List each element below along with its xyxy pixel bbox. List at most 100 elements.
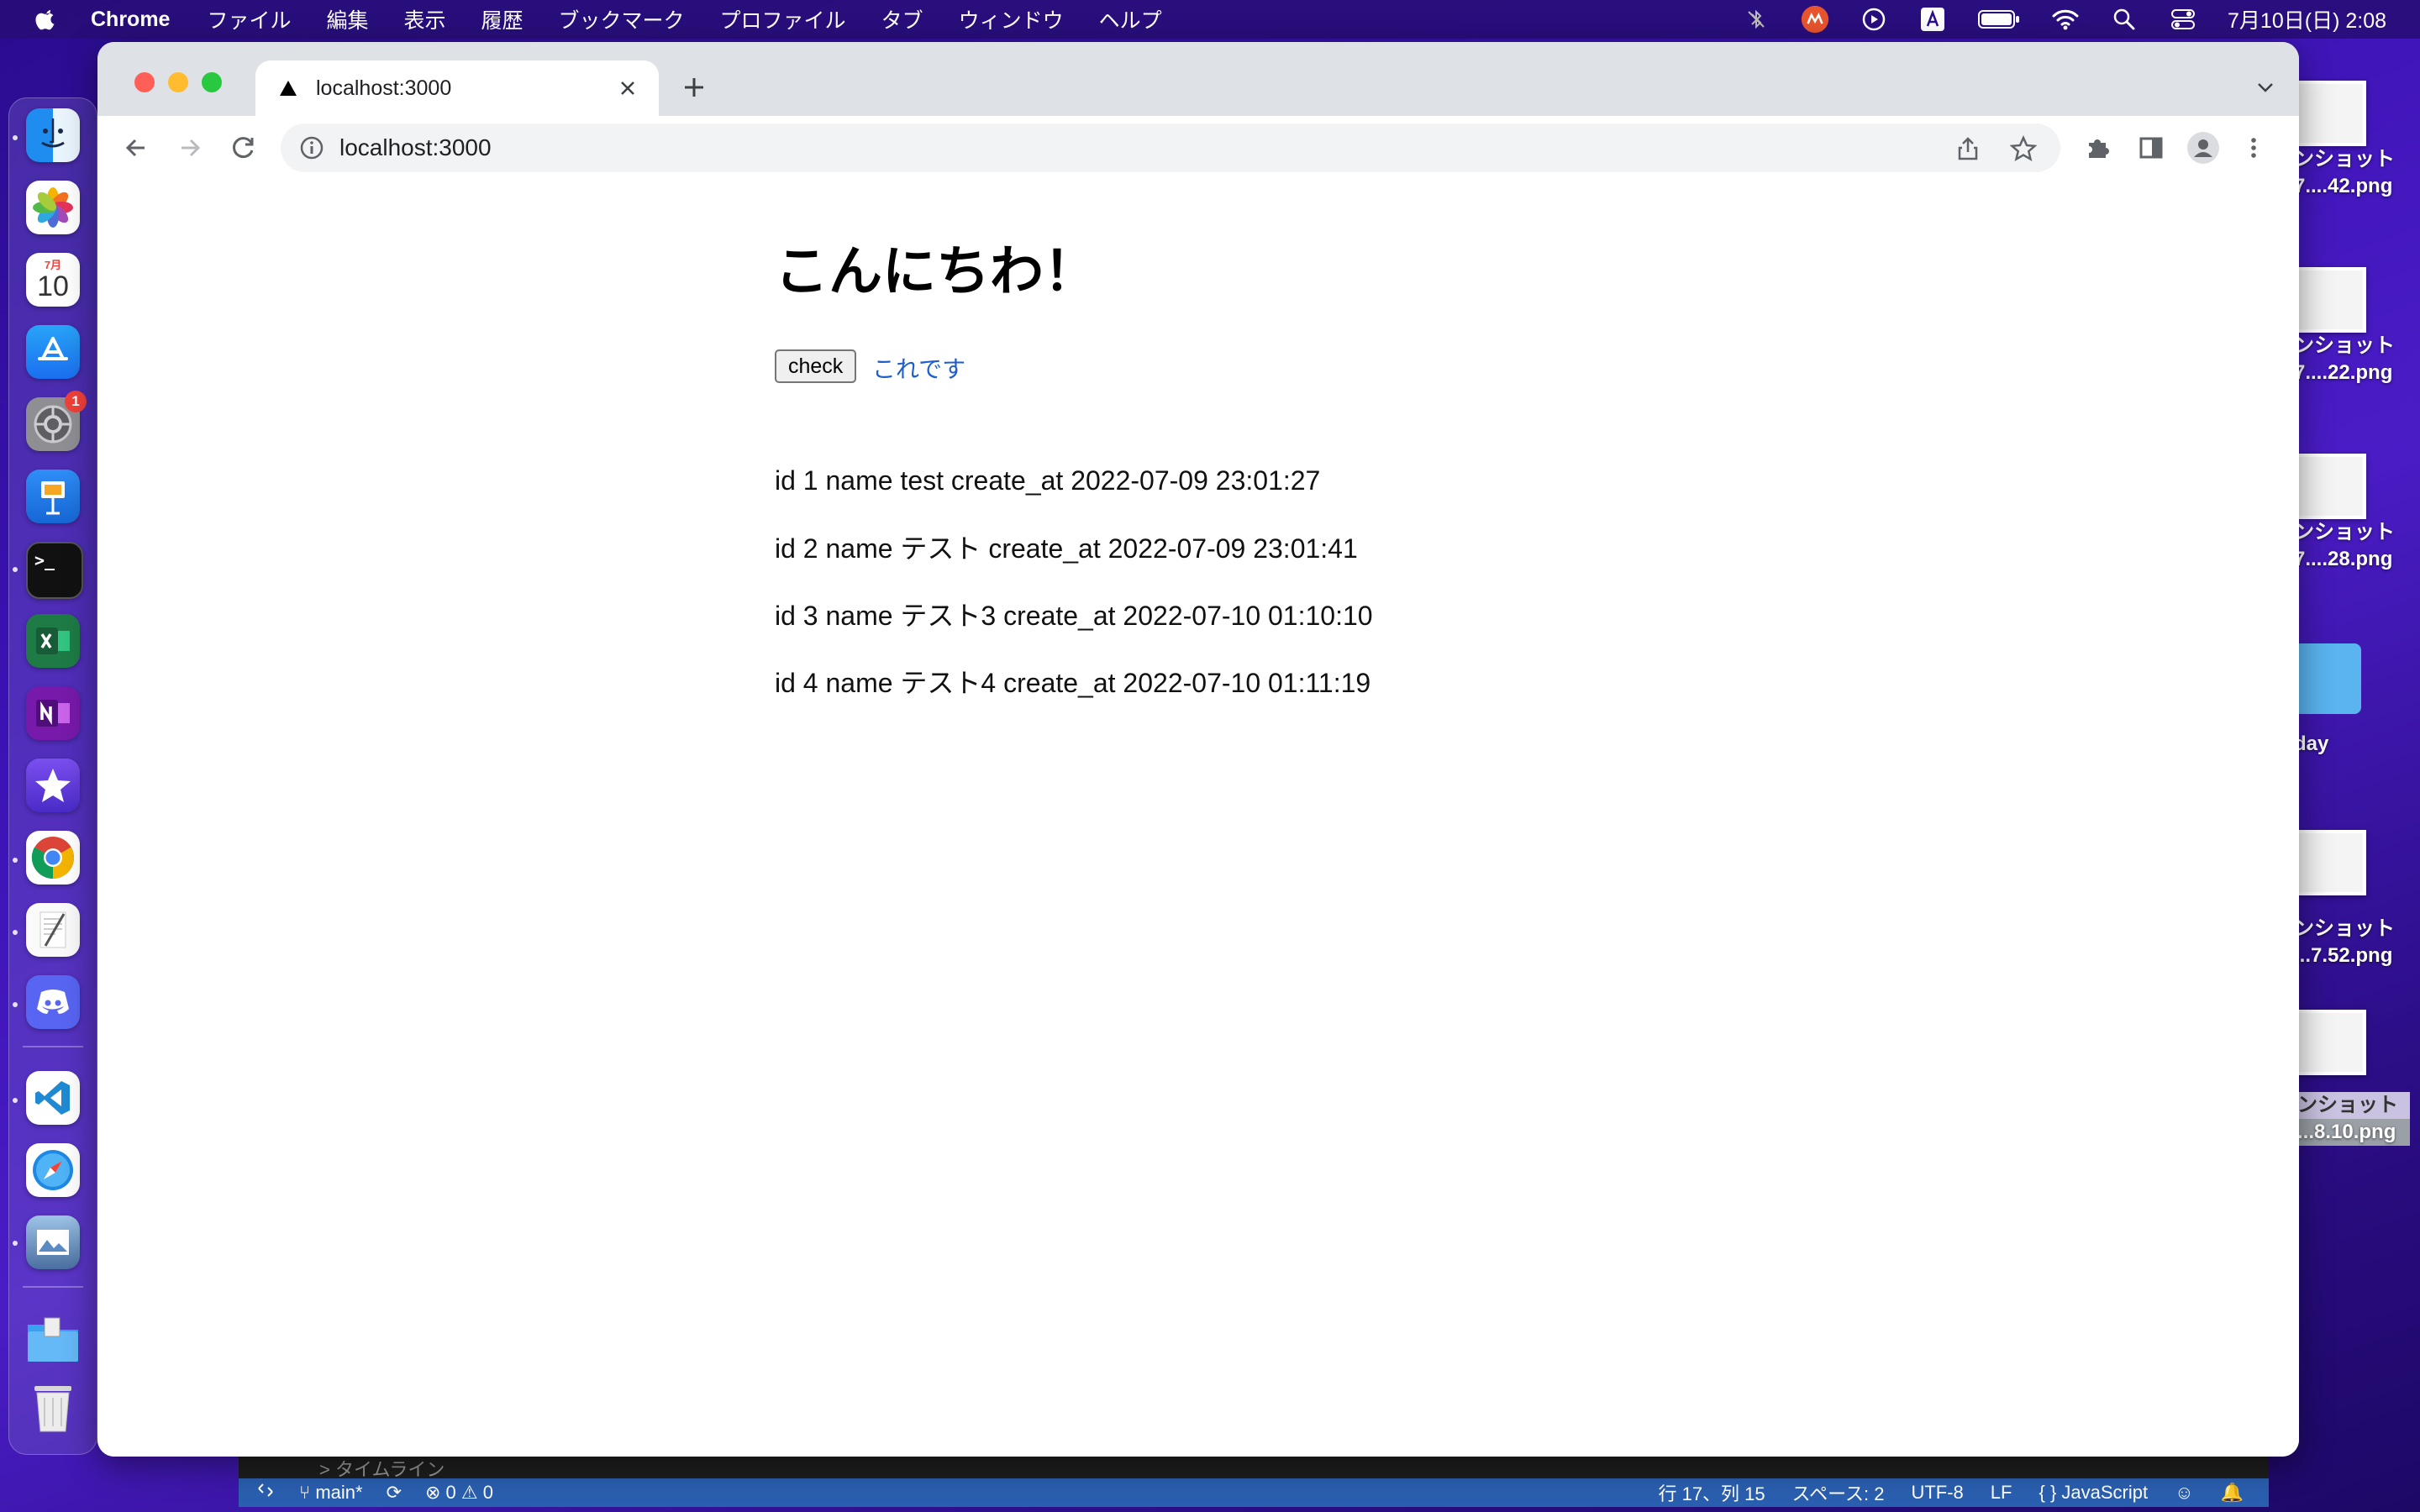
app-store-icon[interactable] — [26, 325, 80, 379]
app-m-icon[interactable] — [1801, 5, 1829, 34]
file-thumbnail — [2294, 1010, 2366, 1075]
running-indicator — [13, 1002, 18, 1007]
address-bar[interactable]: localhost:3000 — [281, 123, 2060, 172]
chrome-menu-kebab-icon[interactable] — [2237, 131, 2270, 165]
desktop-file-selected[interactable]: ンショット ...8.10.png — [2294, 993, 2420, 1146]
excel-icon[interactable] — [26, 614, 80, 668]
tab-localhost[interactable]: localhost:3000 — [255, 60, 659, 116]
reload-icon[interactable] — [227, 131, 260, 165]
play-icon[interactable] — [1860, 7, 1888, 32]
calendar-icon[interactable]: 7月 10 — [26, 253, 80, 307]
control-center-icon[interactable] — [2169, 7, 2197, 32]
notification-badge: 1 — [65, 391, 87, 412]
spotlight-search-icon[interactable] — [2110, 7, 2139, 32]
language-mode[interactable]: { } JavaScript — [2039, 1482, 2148, 1504]
feedback-icon[interactable]: ☺ — [2175, 1482, 2193, 1504]
tab-title: localhost:3000 — [316, 76, 452, 100]
chrome-icon[interactable] — [26, 831, 80, 885]
wifi-icon[interactable] — [2051, 7, 2080, 32]
desktop-folder[interactable]: day — [2294, 643, 2420, 758]
photos-icon[interactable] — [26, 181, 80, 234]
terminal-prompt-icon: >_ — [34, 550, 55, 570]
imovie-icon[interactable] — [26, 759, 80, 812]
tab-search-chevron-icon[interactable] — [2254, 76, 2277, 99]
desktop-file[interactable]: ンショット ...7.52.png — [2294, 830, 2420, 969]
minimize-window-button[interactable] — [168, 72, 188, 92]
forward-arrow-icon[interactable] — [173, 131, 207, 165]
file-label: ンショット — [2294, 334, 2395, 357]
running-indicator — [13, 930, 18, 935]
bookmark-star-icon[interactable] — [2007, 132, 2040, 165]
menu-file[interactable]: ファイル — [207, 4, 291, 34]
check-button[interactable]: check — [775, 349, 857, 383]
system-preferences-icon[interactable]: 1 — [26, 391, 87, 451]
file-thumbnail — [2294, 830, 2366, 895]
zoom-window-button[interactable] — [202, 72, 222, 92]
menu-history[interactable]: 履歴 — [481, 4, 523, 34]
file-label: ...8.10.png — [2294, 1119, 2410, 1146]
address-url[interactable]: localhost:3000 — [339, 134, 492, 161]
vscode-icon[interactable] — [26, 1071, 80, 1125]
menu-view[interactable]: 表示 — [404, 4, 446, 34]
menu-profiles[interactable]: プロファイル — [720, 4, 846, 34]
notifications-icon[interactable]: 🔔 — [2221, 1482, 2244, 1504]
file-label: ンショット — [2294, 1092, 2410, 1119]
preview-icon[interactable] — [26, 1215, 80, 1269]
safari-icon[interactable] — [26, 1143, 80, 1197]
site-info-icon[interactable] — [299, 135, 324, 160]
close-tab-icon[interactable] — [615, 76, 640, 101]
side-panel-icon[interactable] — [2134, 131, 2168, 165]
cursor-position[interactable]: 行 17、列 15 — [1658, 1479, 1765, 1506]
textedit-icon[interactable] — [26, 903, 80, 957]
battery-icon[interactable] — [1977, 7, 2021, 32]
problems-indicator[interactable]: ⊗ 0 ⚠ 0 — [425, 1482, 493, 1504]
git-branch[interactable]: ⑂ main* — [299, 1482, 363, 1504]
page-heading: こんにちわ！ — [775, 241, 1097, 302]
keynote-icon[interactable] — [26, 470, 80, 523]
close-window-button[interactable] — [134, 72, 155, 92]
encoding[interactable]: UTF-8 — [1911, 1482, 1963, 1504]
menu-edit[interactable]: 編集 — [326, 4, 368, 34]
terminal-icon[interactable]: >_ — [26, 542, 83, 599]
file-label: 7....22.png — [2294, 361, 2393, 384]
record-row: id 2 name テスト create_at 2022-07-09 23:01… — [775, 533, 1358, 564]
line-ending[interactable]: LF — [1991, 1482, 2012, 1504]
file-label: 7....42.png — [2294, 175, 2393, 197]
onenote-icon[interactable] — [26, 686, 80, 740]
trash-icon[interactable] — [26, 1382, 80, 1436]
menu-app-name[interactable]: Chrome — [91, 8, 170, 32]
bluetooth-muted-icon[interactable] — [1742, 7, 1770, 32]
file-thumbnail — [2294, 454, 2366, 519]
page-viewport: こんにちわ！ check これです id 1 name test create_… — [97, 181, 2299, 1457]
share-icon[interactable] — [1951, 132, 1985, 165]
triangle-favicon-icon — [279, 79, 297, 97]
record-row: id 1 name test create_at 2022-07-09 23:0… — [775, 465, 1321, 496]
remote-icon[interactable] — [255, 1480, 276, 1505]
profile-avatar-icon[interactable] — [2186, 131, 2220, 165]
extensions-puzzle-icon[interactable] — [2081, 131, 2114, 165]
desktop-file[interactable]: ンショット 7....42.png — [2294, 81, 2420, 200]
file-thumbnail — [2294, 81, 2366, 146]
menu-help[interactable]: ヘルプ — [1099, 4, 1162, 34]
sync-icon[interactable]: ⟳ — [387, 1482, 402, 1504]
apple-menu-icon[interactable] — [34, 7, 59, 32]
new-tab-button[interactable] — [677, 71, 711, 104]
running-indicator — [13, 135, 18, 140]
menu-tab[interactable]: タブ — [881, 4, 923, 34]
kore-desu-link[interactable]: これです — [872, 351, 965, 385]
discord-icon[interactable] — [26, 975, 80, 1029]
menu-window[interactable]: ウィンドウ — [959, 4, 1064, 34]
input-a-icon[interactable] — [1918, 7, 1947, 32]
indentation[interactable]: スペース: 2 — [1792, 1479, 1885, 1506]
menubar-clock[interactable]: 7月10日(日) 2:08 — [2228, 4, 2386, 34]
desktop-file[interactable]: ンショット 7....28.png — [2294, 454, 2420, 573]
back-arrow-icon[interactable] — [119, 131, 153, 165]
menu-bar: Chrome ファイル 編集 表示 履歴 ブックマーク プロファイル タブ ウィ… — [0, 0, 2420, 39]
downloads-folder-icon[interactable] — [26, 1313, 80, 1367]
browser-toolbar: localhost:3000 — [97, 116, 2299, 183]
menu-bookmarks[interactable]: ブックマーク — [559, 4, 685, 34]
branch-name: main* — [315, 1482, 363, 1503]
desktop-file[interactable]: ンショット 7....22.png — [2294, 267, 2420, 386]
finder-icon[interactable] — [26, 108, 80, 162]
branch-icon: ⑂ — [299, 1482, 316, 1503]
